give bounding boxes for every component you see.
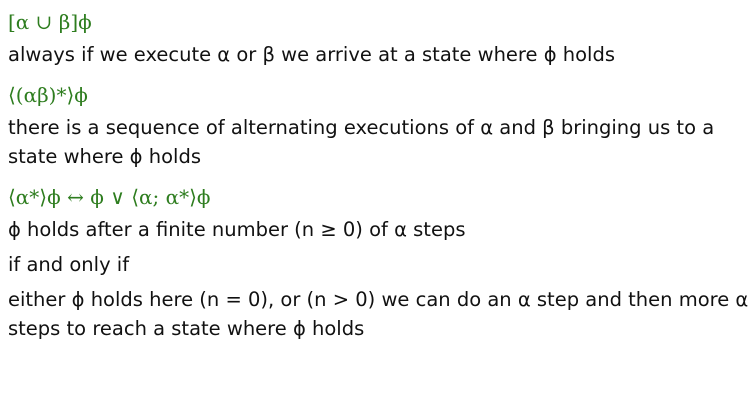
formula-iteration-equivalence: ⟨α*⟩ϕ ↔ ϕ ∨ ⟨α; α*⟩ϕ (8, 185, 211, 209)
explanation-finite-steps: ϕ holds after a finite number (n ≥ 0) of… (8, 218, 466, 241)
formula-diamond-alternation: ⟨(αβ)*⟩ϕ (8, 83, 88, 107)
slide-content: [α ∪ β]ϕ always if we execute α or β we … (8, 9, 753, 343)
explanation-iff: if and only if (8, 253, 130, 276)
explanation-either-or: either ϕ holds here (n = 0), or (n > 0) … (8, 288, 749, 340)
explanation-diamond-alternation: there is a sequence of alternating execu… (8, 116, 715, 168)
formula-box-choice: [α ∪ β]ϕ (8, 10, 92, 34)
explanation-box-choice: always if we execute α or β we arrive at… (8, 43, 616, 66)
